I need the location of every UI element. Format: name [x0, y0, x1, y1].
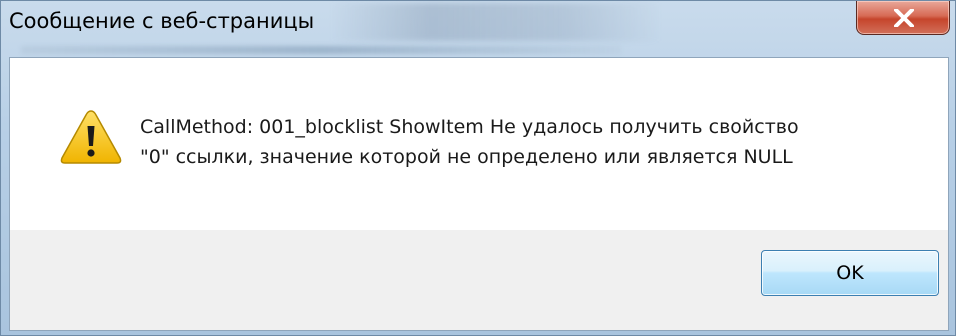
close-button[interactable] — [856, 1, 950, 35]
close-icon — [894, 9, 914, 27]
dialog-client-area: CallMethod: 001_blocklist ShowItem Не уд… — [9, 57, 949, 331]
message-line-1: CallMethod: 001_blocklist ShowItem Не уд… — [140, 116, 799, 138]
message-pane: CallMethod: 001_blocklist ShowItem Не уд… — [10, 58, 948, 230]
warning-icon — [60, 110, 122, 164]
window-title: Сообщение с веб-страницы — [9, 9, 315, 33]
ok-button[interactable]: OK — [761, 250, 939, 296]
error-message: CallMethod: 001_blocklist ShowItem Не уд… — [140, 112, 799, 172]
dialog-window: Сообщение с веб-страницы CallMethod: 001… — [0, 0, 956, 336]
message-line-2: "0" ссылки, значение которой не определе… — [140, 146, 793, 168]
